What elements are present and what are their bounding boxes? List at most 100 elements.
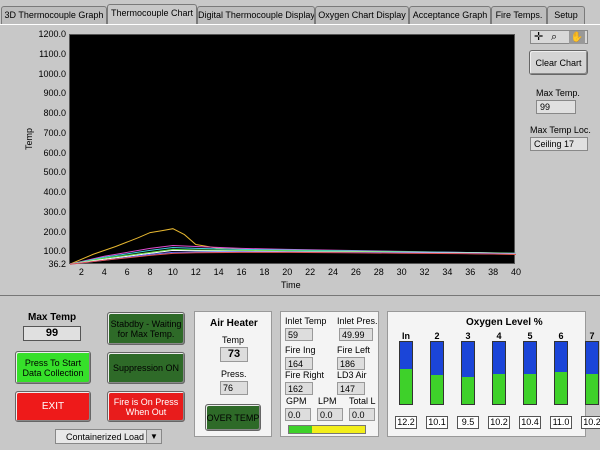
oxygen-title: Oxygen Level % (466, 317, 543, 328)
x-tick-label: 2 (78, 267, 84, 277)
thermocouple-chart-plot (69, 34, 517, 265)
x-tick-label: 24 (328, 267, 339, 277)
start-data-collection-button[interactable]: Press To Start Data Collection (15, 351, 91, 384)
y-tick-label: 800.0 (43, 108, 66, 119)
oxygen-level-fill (555, 371, 567, 404)
ld3-air-value: 147 (337, 382, 365, 395)
y-tick-label: 400.0 (43, 187, 66, 198)
gpm-value: 0.0 (285, 408, 311, 421)
max-temp-loc-field: Ceiling 17 (530, 137, 588, 151)
oxygen-value-field: 12.2 (395, 416, 417, 429)
oxygen-value-field: 10.2 (488, 416, 510, 429)
suppression-button[interactable]: Suppression ON (107, 352, 185, 384)
tab-acceptance-graph[interactable]: Acceptance Graph (409, 6, 491, 24)
y-tick-label: 900.0 (43, 88, 66, 99)
y-tick-label: 600.0 (43, 147, 66, 158)
lpm-value: 0.0 (317, 408, 343, 421)
x-tick-label: 6 (124, 267, 130, 277)
x-tick-label: 32 (419, 267, 430, 277)
inlet-pres-label: Inlet Pres. (337, 316, 378, 326)
oxygen-value-field: 10.4 (519, 416, 541, 429)
x-tick-label: 8 (147, 267, 153, 277)
oxygen-level-bar (492, 341, 506, 405)
x-tick-label: 18 (259, 267, 270, 277)
graph-palette: ✛ ⌕ ✋ (530, 30, 588, 44)
tab-fire-temps[interactable]: Fire Temps. (491, 6, 547, 24)
tab-bar: 3D Thermocouple Graph Thermocouple Chart… (0, 4, 600, 24)
max-temp-loc-label: Max Temp Loc. (530, 125, 591, 135)
y-tick-label: 1100.0 (39, 48, 66, 59)
oxygen-value-field: 10.2 (581, 416, 600, 429)
x-tick-label: 10 (167, 267, 178, 277)
oxygen-level-bar (430, 341, 444, 405)
clear-chart-button[interactable]: Clear Chart (529, 50, 588, 75)
oxygen-value-field: 11.0 (550, 416, 572, 429)
oxygen-level-bar (585, 341, 599, 405)
y-tick-label: 300.0 (43, 206, 66, 217)
x-axis-label: Time (281, 280, 301, 290)
y-tick-label: 1000.0 (38, 68, 66, 79)
inlet-temp-value: 59 (285, 328, 313, 341)
series-line-1 (69, 228, 517, 265)
x-tick-label: 20 (282, 267, 293, 277)
fire-left-value: 186 (337, 357, 365, 370)
x-tick-label: 28 (373, 267, 384, 277)
y-tick-label: 36.2 (48, 259, 66, 269)
inlet-temp-label: Inlet Temp (285, 316, 327, 326)
y-tick-label: 200.0 (43, 226, 66, 237)
flow-progress-bar (288, 425, 366, 434)
x-tick-label: 4 (101, 267, 107, 277)
x-tick-label: 34 (442, 267, 453, 277)
gpm-label: GPM (286, 396, 307, 406)
oxygen-level-bar (554, 341, 568, 405)
air-heater-temp-value: 73 (220, 347, 248, 362)
air-heater-press-value: 76 (220, 381, 248, 395)
max-temp-title: Max Temp (28, 312, 77, 323)
oxygen-value-field: 10.1 (426, 416, 448, 429)
x-tick-label: 36 (465, 267, 476, 277)
oxygen-level-bar (461, 341, 475, 405)
fire-on-button[interactable]: Fire is On Press When Out (107, 391, 185, 422)
oxygen-level-fill (586, 374, 598, 404)
oxygen-level-bar (399, 341, 413, 405)
oxygen-channel-label: 5 (527, 331, 533, 341)
tab-digital-thermocouple-display[interactable]: Digital Thermocouple Display (197, 6, 315, 24)
standby-indicator[interactable]: Stabdby - Waiting for Max Temp. (107, 312, 185, 345)
oxygen-channel-label: 3 (465, 331, 471, 341)
total-label: Total L (349, 396, 376, 406)
fire-ing-label: Fire Ing (285, 345, 316, 355)
y-tick-label: 700.0 (43, 127, 66, 138)
oxygen-level-fill (493, 374, 505, 404)
fire-ing-value: 164 (285, 357, 313, 370)
tab-3d-thermocouple-graph[interactable]: 3D Thermocouple Graph (1, 6, 107, 24)
air-heater-title: Air Heater (210, 318, 258, 329)
tab-setup[interactable]: Setup (547, 6, 585, 24)
inlet-pres-value: 49.99 (339, 328, 373, 341)
load-type-select[interactable]: Containerized Load ▼ (55, 429, 162, 444)
x-tick-label: 38 (488, 267, 499, 277)
tab-thermocouple-chart[interactable]: Thermocouple Chart (107, 4, 197, 24)
x-tick-label: 14 (213, 267, 224, 277)
tab-oxygen-chart-display[interactable]: Oxygen Chart Display (315, 6, 409, 24)
x-tick-label: 16 (236, 267, 247, 277)
oxygen-level-fill (524, 373, 536, 404)
load-type-value: Containerized Load (66, 432, 145, 442)
oxygen-level-fill (431, 374, 443, 404)
max-temp-label: Max Temp. (536, 88, 580, 98)
y-tick-label: 500.0 (43, 167, 66, 178)
pan-hand-icon[interactable]: ✋ (569, 31, 585, 44)
oxygen-channel-label: 7 (589, 331, 595, 341)
oxygen-level-bar (523, 341, 537, 405)
over-temp-indicator: OVER TEMP (205, 404, 261, 431)
y-tick-label: 100.0 (43, 246, 66, 257)
lpm-label: LPM (318, 396, 337, 406)
flow-progress-fill (289, 426, 312, 433)
y-tick-label: 1200.0 (38, 29, 66, 39)
exit-button[interactable]: EXIT (15, 391, 91, 422)
chart-canvas (69, 228, 517, 265)
zoom-icon[interactable]: ⌕ (551, 31, 557, 44)
oxygen-value-field: 9.5 (457, 416, 479, 429)
crosshair-icon[interactable]: ✛ (534, 31, 543, 44)
chevron-down-icon: ▼ (146, 430, 161, 443)
oxygen-channel-label: 4 (496, 331, 502, 341)
